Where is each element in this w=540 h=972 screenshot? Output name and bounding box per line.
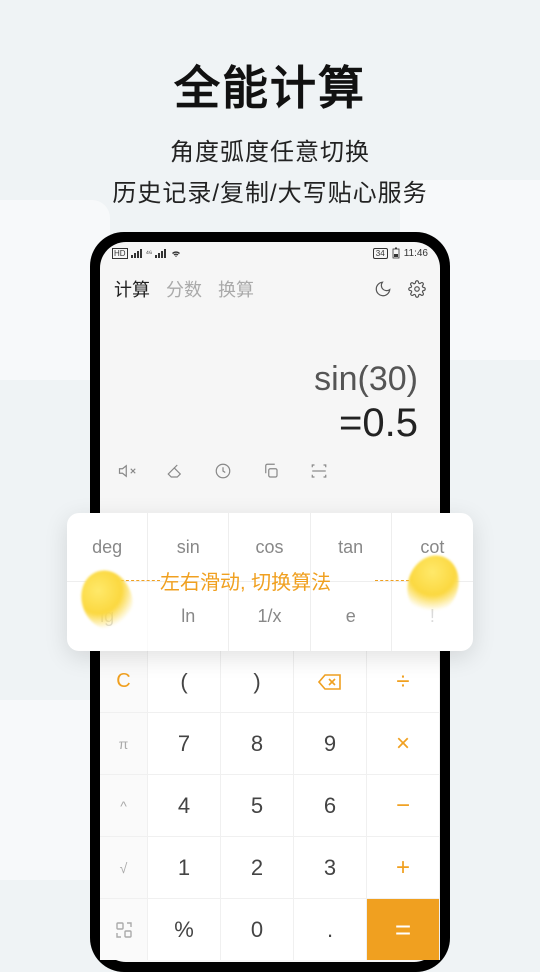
key-backspace[interactable] xyxy=(294,650,367,712)
signal-icon xyxy=(155,248,167,258)
key-percent[interactable]: % xyxy=(148,898,221,960)
hero: 全能计算 角度弧度任意切换 历史记录/复制/大写贴心服务 xyxy=(0,0,540,208)
key-0[interactable]: 0 xyxy=(221,898,294,960)
key-6[interactable]: 6 xyxy=(294,774,367,836)
hero-title: 全能计算 xyxy=(0,52,540,118)
key-plus[interactable]: + xyxy=(367,836,440,898)
key-divide[interactable]: ÷ xyxy=(367,650,440,712)
hero-subtitle-2: 历史记录/复制/大写贴心服务 xyxy=(0,173,540,208)
key-clear[interactable]: C xyxy=(100,650,148,712)
top-bar: 计算 分数 换算 xyxy=(100,264,440,310)
battery-level: 34 xyxy=(373,248,388,259)
status-bar: HD ⁴⁶ 34 11:46 xyxy=(100,242,440,264)
swipe-hint: 左右滑动, 切换算法 xyxy=(160,566,331,595)
result-text: =0.5 xyxy=(122,401,418,446)
wifi-icon xyxy=(170,248,182,258)
key-rparen[interactable]: ) xyxy=(221,650,294,712)
mute-icon[interactable] xyxy=(118,462,136,480)
key-power[interactable]: ^ xyxy=(100,774,148,836)
key-7[interactable]: 7 xyxy=(148,712,221,774)
key-pi[interactable]: π xyxy=(100,712,148,774)
clock-text: 11:46 xyxy=(404,248,428,259)
key-4[interactable]: 4 xyxy=(148,774,221,836)
keypad: C ( ) ÷ π 7 8 9 × ^ 4 5 6 − √ 1 2 3 + % … xyxy=(100,650,440,960)
display-area: sin(30) =0.5 xyxy=(100,310,440,452)
key-1[interactable]: 1 xyxy=(148,836,221,898)
key-2[interactable]: 2 xyxy=(221,836,294,898)
tab-convert[interactable]: 换算 xyxy=(218,276,254,302)
key-sqrt[interactable]: √ xyxy=(100,836,148,898)
key-3[interactable]: 3 xyxy=(294,836,367,898)
key-5[interactable]: 5 xyxy=(221,774,294,836)
hero-subtitle-1: 角度弧度任意切换 xyxy=(0,132,540,167)
erase-icon[interactable] xyxy=(166,462,184,480)
tools-row xyxy=(100,452,440,490)
network-icon: ⁴⁶ xyxy=(146,249,153,258)
copy-icon[interactable] xyxy=(262,462,280,480)
key-minus[interactable]: − xyxy=(367,774,440,836)
key-equals[interactable]: = xyxy=(367,898,440,960)
key-multiply[interactable]: × xyxy=(367,712,440,774)
scan-icon[interactable] xyxy=(310,462,328,480)
tab-fraction[interactable]: 分数 xyxy=(166,276,202,302)
hd-icon: HD xyxy=(112,248,128,259)
tab-calculate[interactable]: 计算 xyxy=(114,276,150,302)
moon-icon[interactable] xyxy=(374,280,392,298)
key-lparen[interactable]: ( xyxy=(148,650,221,712)
history-icon[interactable] xyxy=(214,462,232,480)
gear-icon[interactable] xyxy=(408,280,426,298)
key-8[interactable]: 8 xyxy=(221,712,294,774)
expression-text: sin(30) xyxy=(122,360,418,399)
signal-icon xyxy=(131,248,143,258)
battery-icon xyxy=(392,247,400,259)
key-dot[interactable]: . xyxy=(294,898,367,960)
key-expand[interactable] xyxy=(100,898,148,960)
key-9[interactable]: 9 xyxy=(294,712,367,774)
